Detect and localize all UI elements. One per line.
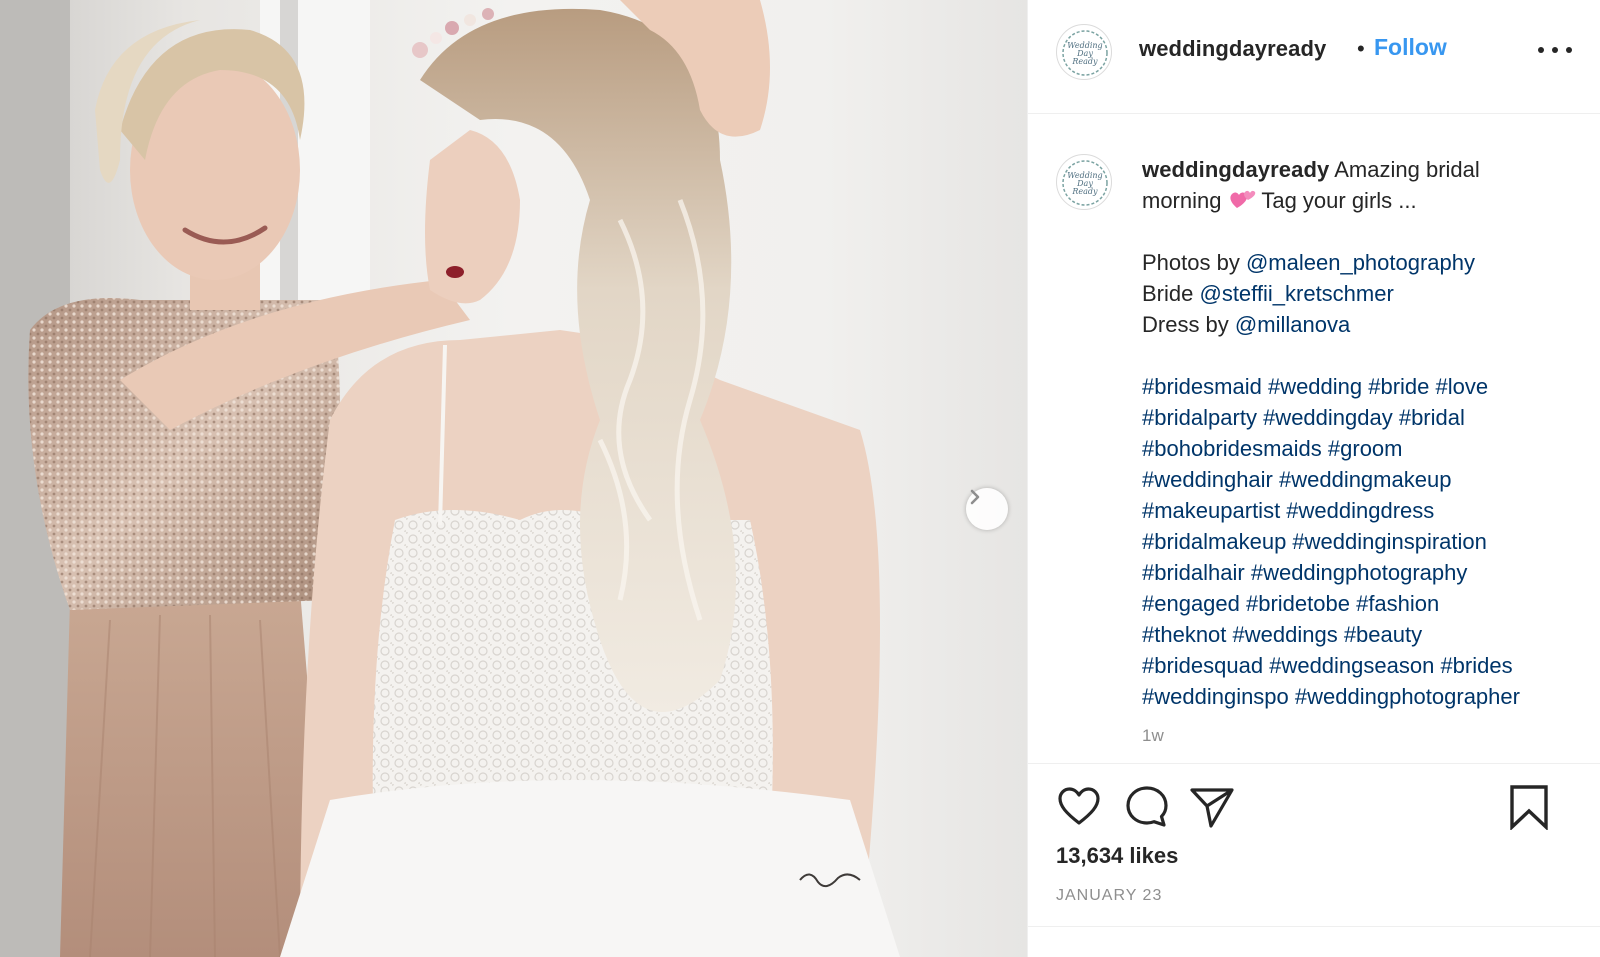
comments-section: Wedding Day Ready weddingdayready Amazin… — [1028, 114, 1600, 764]
dress-mention-link[interactable]: @millanova — [1235, 312, 1350, 337]
dress-label: Dress by — [1142, 312, 1229, 337]
post-side-panel: Wedding Day Ready weddingdayready • Foll… — [1027, 0, 1600, 957]
caption-username[interactable]: weddingdayready — [1142, 157, 1329, 182]
more-dot — [1538, 47, 1544, 53]
svg-text:Ready: Ready — [1071, 57, 1098, 66]
share-paper-plane-icon[interactable] — [1189, 784, 1235, 830]
brand-logo-icon: Wedding Day Ready — [1062, 160, 1108, 206]
hashtag-line[interactable]: #engaged #bridetobe #fashion — [1142, 588, 1592, 619]
follow-button[interactable]: Follow — [1374, 34, 1447, 61]
like-heart-icon[interactable] — [1056, 784, 1102, 830]
comment-icon[interactable] — [1124, 784, 1170, 830]
more-dot — [1552, 47, 1558, 53]
caption-text: Amazing bridal — [1334, 157, 1480, 182]
hashtag-line[interactable]: #bridalmakeup #weddinginspiration — [1142, 526, 1592, 557]
dress-credit-line: Dress by @millanova — [1142, 309, 1592, 340]
avatar[interactable]: Wedding Day Ready — [1056, 24, 1112, 80]
brand-logo-icon: Wedding Day Ready — [1062, 30, 1108, 76]
svg-text:Ready: Ready — [1071, 187, 1098, 196]
post-header: Wedding Day Ready weddingdayready • Foll… — [1028, 0, 1600, 114]
caption-text: morning — [1142, 188, 1222, 213]
hashtag-line[interactable]: #weddinghair #weddingmakeup — [1142, 464, 1592, 495]
more-options-icon[interactable] — [1538, 40, 1572, 60]
hashtag-line[interactable]: #bridalparty #weddingday #bridal — [1142, 402, 1592, 433]
two-hearts-emoji-icon — [1230, 190, 1255, 208]
photo-credit-line: Photos by @maleen_photography — [1142, 247, 1592, 278]
divider — [1028, 926, 1600, 927]
caption-text: Tag your girls ... — [1261, 188, 1417, 213]
bride-label: Bride — [1142, 281, 1194, 306]
caption-line: weddingdayready Amazing bridal — [1142, 154, 1592, 185]
caption-avatar[interactable]: Wedding Day Ready — [1056, 154, 1112, 210]
bridal-photo-illustration — [0, 0, 900, 957]
hashtag-line[interactable]: #bohobridesmaids #groom — [1142, 433, 1592, 464]
save-bookmark-icon[interactable] — [1506, 784, 1552, 830]
next-photo-button[interactable] — [966, 488, 1008, 530]
username[interactable]: weddingdayready — [1139, 36, 1326, 62]
more-dot — [1566, 47, 1572, 53]
photos-label: Photos by — [1142, 250, 1240, 275]
separator-dot: • — [1357, 36, 1365, 61]
post-photo[interactable] — [0, 0, 1027, 957]
hashtag-line[interactable]: #weddinginspo #weddingphotographer — [1142, 681, 1592, 712]
bride-credit-line: Bride @steffii_kretschmer — [1142, 278, 1592, 309]
chevron-right-icon — [970, 489, 980, 505]
hashtag-line[interactable]: #theknot #weddings #beauty — [1142, 619, 1592, 650]
hashtag-line[interactable]: #bridesquad #weddingseason #brides — [1142, 650, 1592, 681]
post-timestamp: 1w — [1142, 726, 1164, 745]
caption-line: morning Tag your girls ... — [1142, 185, 1592, 216]
post-date: JANUARY 23 — [1056, 887, 1163, 904]
photographer-mention-link[interactable]: @maleen_photography — [1246, 250, 1475, 275]
hashtag-line[interactable]: #makeupartist #weddingdress — [1142, 495, 1592, 526]
hashtag-line[interactable]: #bridesmaid #wedding #bride #love — [1142, 371, 1592, 402]
hashtag-line[interactable]: #bridalhair #weddingphotography — [1142, 557, 1592, 588]
likes-count[interactable]: 13,634 likes — [1056, 843, 1178, 869]
post-caption: weddingdayready Amazing bridal morning T… — [1142, 154, 1592, 712]
bride-mention-link[interactable]: @steffii_kretschmer — [1199, 281, 1393, 306]
post-actions: 13,634 likes JANUARY 23 — [1028, 764, 1600, 957]
